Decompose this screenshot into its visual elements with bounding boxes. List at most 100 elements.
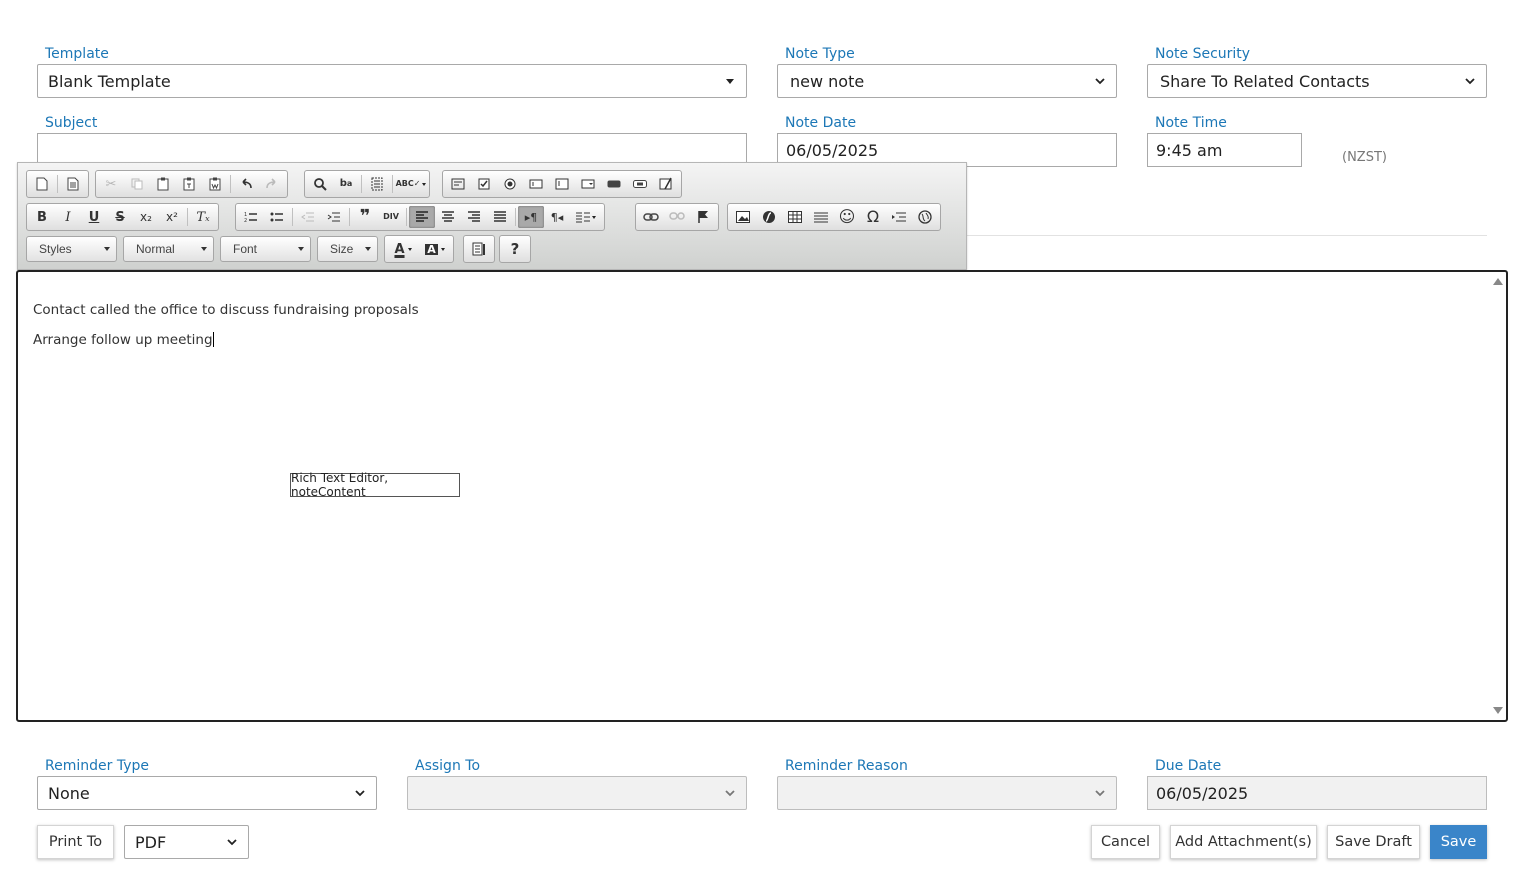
language-icon[interactable]: [570, 206, 602, 228]
textfield-icon[interactable]: [523, 173, 549, 195]
image-button-icon[interactable]: [627, 173, 653, 195]
print-format-select[interactable]: PDF: [124, 825, 249, 859]
select-all-icon[interactable]: [364, 173, 390, 195]
link-icon[interactable]: [638, 206, 664, 228]
table-icon[interactable]: [782, 206, 808, 228]
subject-label: Subject: [45, 115, 98, 131]
note-security-select[interactable]: Share To Related Contacts: [1147, 64, 1487, 98]
anchor-icon[interactable]: [690, 206, 716, 228]
print-format-value: PDF: [135, 832, 167, 852]
note-time-input[interactable]: 9:45 am: [1147, 133, 1302, 167]
template-select[interactable]: Blank Template: [37, 64, 747, 98]
font-combo-label: Font: [233, 242, 258, 256]
unlink-icon[interactable]: [664, 206, 690, 228]
new-page-icon[interactable]: [29, 173, 55, 195]
horizontal-rule-icon[interactable]: [808, 206, 834, 228]
reminder-reason-select[interactable]: [777, 776, 1117, 810]
underline-icon[interactable]: U: [81, 206, 107, 228]
align-justify-icon[interactable]: [487, 206, 513, 228]
text-color-icon: A: [394, 241, 405, 257]
show-blocks-icon[interactable]: [466, 238, 492, 260]
chevron-down-icon: [1094, 75, 1106, 87]
chevron-down-icon: [226, 836, 238, 848]
editor-line-2-text: Arrange follow up meeting: [33, 332, 213, 348]
ltr-icon[interactable]: ▸¶: [518, 206, 544, 228]
hidden-field-icon[interactable]: [653, 173, 679, 195]
paste-text-icon[interactable]: [176, 173, 202, 195]
bulleted-list-icon[interactable]: [264, 206, 290, 228]
indent-icon[interactable]: [321, 206, 347, 228]
caret-down-icon: [407, 247, 412, 251]
remove-format-icon[interactable]: Tₓ: [190, 206, 216, 228]
superscript-icon[interactable]: x²: [159, 206, 185, 228]
styles-combo[interactable]: Styles: [26, 236, 117, 262]
copy-icon[interactable]: [124, 173, 150, 195]
reminder-type-value: None: [48, 783, 90, 803]
outdent-icon[interactable]: [295, 206, 321, 228]
template-value: Blank Template: [48, 71, 171, 91]
smiley-icon[interactable]: ☺: [834, 206, 860, 228]
scroll-up-icon[interactable]: [1493, 278, 1503, 285]
textarea-icon[interactable]: [549, 173, 575, 195]
caret-down-icon: [298, 247, 304, 251]
save-button[interactable]: Save: [1430, 825, 1487, 859]
align-right-icon[interactable]: [461, 206, 487, 228]
text-color-button[interactable]: A: [387, 238, 419, 260]
strike-icon[interactable]: S: [107, 206, 133, 228]
assign-to-select[interactable]: [407, 776, 747, 810]
format-combo[interactable]: Normal: [123, 236, 214, 262]
divider: [967, 235, 1487, 236]
save-draft-button[interactable]: Save Draft: [1327, 825, 1420, 859]
reminder-type-select[interactable]: None: [37, 776, 377, 810]
radio-icon[interactable]: [497, 173, 523, 195]
numbered-list-icon[interactable]: 12: [238, 206, 264, 228]
size-combo-label: Size: [330, 242, 354, 256]
rtl-icon[interactable]: ¶◂: [544, 206, 570, 228]
subscript-icon[interactable]: x₂: [133, 206, 159, 228]
print-to-button[interactable]: Print To: [37, 825, 114, 859]
find-icon[interactable]: [307, 173, 333, 195]
timezone-text: (NZST): [1342, 150, 1387, 165]
spellcheck-icon[interactable]: ABC ✓: [395, 173, 427, 195]
page-break-icon[interactable]: [886, 206, 912, 228]
button-icon[interactable]: [601, 173, 627, 195]
redo-icon[interactable]: [259, 173, 285, 195]
form-icon[interactable]: [445, 173, 471, 195]
italic-icon[interactable]: I: [55, 206, 81, 228]
paste-word-icon[interactable]: [202, 173, 228, 195]
caret-down-icon: [726, 78, 734, 84]
image-icon[interactable]: [730, 206, 756, 228]
paste-icon[interactable]: [150, 173, 176, 195]
cut-icon[interactable]: ✂: [98, 173, 124, 195]
chevron-down-icon: [1464, 75, 1476, 87]
font-combo[interactable]: Font: [220, 236, 311, 262]
align-center-icon[interactable]: [435, 206, 461, 228]
note-type-select[interactable]: new note: [777, 64, 1117, 98]
align-left-icon[interactable]: [409, 206, 435, 228]
caret-down-icon: [104, 247, 110, 251]
add-attachment-button[interactable]: Add Attachment(s): [1170, 825, 1317, 859]
checkbox-icon[interactable]: [471, 173, 497, 195]
flash-icon[interactable]: [756, 206, 782, 228]
bg-color-button[interactable]: A: [419, 238, 451, 260]
select-field-icon[interactable]: [575, 173, 601, 195]
creatediv-icon[interactable]: DIV: [378, 206, 404, 228]
forms-group: [442, 170, 682, 198]
blockquote-icon[interactable]: ❞: [352, 206, 378, 228]
undo-icon[interactable]: [233, 173, 259, 195]
scroll-down-icon[interactable]: [1493, 707, 1503, 714]
replace-icon[interactable]: ba: [333, 173, 359, 195]
due-date-input[interactable]: 06/05/2025: [1147, 776, 1487, 810]
cancel-button[interactable]: Cancel: [1091, 825, 1160, 859]
iframe-icon[interactable]: [912, 206, 938, 228]
size-combo[interactable]: Size: [317, 236, 378, 262]
bold-icon[interactable]: B: [29, 206, 55, 228]
document-group: [26, 170, 89, 198]
help-icon[interactable]: ?: [502, 238, 528, 260]
special-char-icon[interactable]: Ω: [860, 206, 886, 228]
caret-down-icon: [201, 247, 207, 251]
rich-text-editor[interactable]: Contact called the office to discuss fun…: [16, 270, 1508, 722]
templates-icon[interactable]: [60, 173, 86, 195]
text-cursor: [212, 332, 214, 347]
caret-down-icon: [365, 247, 371, 251]
